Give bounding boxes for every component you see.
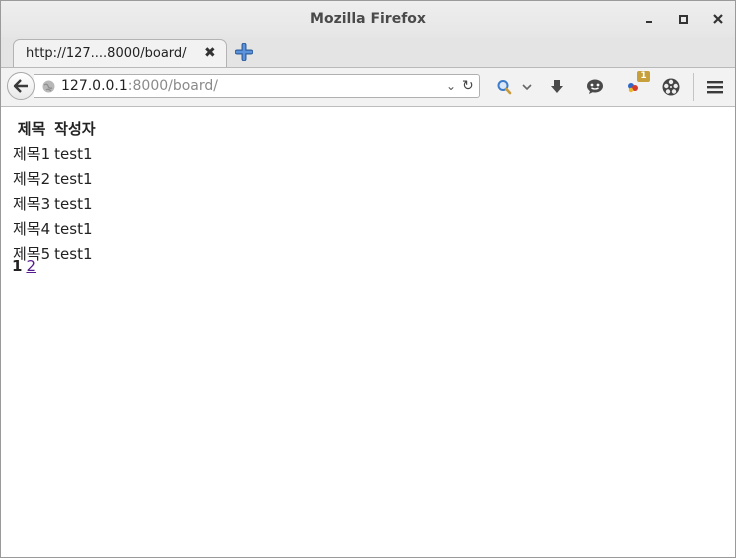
toolbar-separator — [693, 73, 694, 101]
pagination-link-page-2[interactable]: 2 — [26, 257, 36, 275]
cell-title: 제목2 — [13, 170, 51, 188]
hamburger-menu-icon — [707, 81, 723, 94]
column-header-author: 작성자 — [54, 120, 96, 138]
url-path: :8000/board/ — [127, 78, 219, 94]
downloads-button[interactable] — [547, 77, 567, 97]
tab-board[interactable]: http://127....8000/board/ ✖ — [13, 39, 227, 67]
back-arrow-icon — [13, 79, 28, 93]
chat-button[interactable] — [585, 77, 605, 97]
tab-label: http://127....8000/board/ — [26, 46, 187, 61]
chevron-down-icon — [522, 84, 532, 91]
cell-title: 제목1 — [13, 145, 51, 163]
reload-icon[interactable]: ↻ — [462, 78, 474, 94]
back-button[interactable] — [7, 72, 35, 100]
cell-title: 제목3 — [13, 195, 51, 213]
cell-author: test1 — [54, 219, 93, 238]
media-button[interactable] — [661, 77, 681, 97]
maximize-button[interactable] — [675, 11, 691, 27]
search-engine-dropdown[interactable] — [517, 77, 537, 97]
cell-author: test1 — [54, 194, 93, 213]
cell-title: 제목4 — [13, 220, 51, 238]
cell-author: test1 — [54, 144, 93, 163]
browser-window: Mozilla Firefox http://127....8000/board… — [0, 0, 736, 558]
url-bar[interactable]: 127.0.0.1:8000/board/ ⌄ ↻ — [34, 74, 480, 98]
search-button[interactable] — [495, 77, 515, 97]
new-tab-icon — [234, 42, 254, 62]
url-host: 127.0.0.1 — [61, 78, 128, 94]
pagination-current-page: 1 — [12, 257, 23, 275]
addon-icon — [628, 83, 638, 93]
tab-close-icon[interactable]: ✖ — [204, 45, 216, 61]
tab-strip: http://127....8000/board/ ✖ — [1, 37, 735, 68]
table-row: 제목2 test1 — [12, 167, 97, 190]
close-window-button[interactable] — [710, 11, 726, 27]
chat-icon — [587, 79, 603, 94]
open-menu-button[interactable] — [705, 77, 725, 97]
board-table: 제목 작성자 제목1 test1 제목2 test1 제목3 test1 제목4… — [10, 115, 99, 267]
globe-icon — [42, 80, 55, 93]
minimize-button[interactable] — [641, 11, 657, 27]
download-icon — [551, 80, 563, 93]
url-history-dropdown[interactable]: ⌄ — [446, 79, 456, 93]
cell-author: test1 — [54, 244, 93, 263]
search-icon — [497, 80, 512, 95]
new-tab-button[interactable] — [234, 42, 254, 62]
title-bar: Mozilla Firefox — [1, 1, 735, 37]
window-title: Mozilla Firefox — [310, 11, 426, 27]
addon-badge: 1 — [637, 71, 650, 82]
table-row: 제목1 test1 — [12, 142, 97, 165]
maximize-icon — [678, 14, 688, 24]
column-header-title: 제목 — [17, 120, 46, 138]
page-content: 제목 작성자 제목1 test1 제목2 test1 제목3 test1 제목4… — [1, 107, 735, 557]
table-header-row: 제목 작성자 — [12, 117, 97, 140]
cell-author: test1 — [54, 169, 93, 188]
url-text: 127.0.0.1:8000/board/ — [61, 78, 218, 94]
film-reel-icon — [662, 78, 680, 96]
table-row: 제목3 test1 — [12, 192, 97, 215]
minimize-icon — [646, 21, 652, 23]
close-icon — [713, 14, 723, 24]
table-row: 제목4 test1 — [12, 217, 97, 240]
pagination: 12 — [12, 257, 36, 275]
